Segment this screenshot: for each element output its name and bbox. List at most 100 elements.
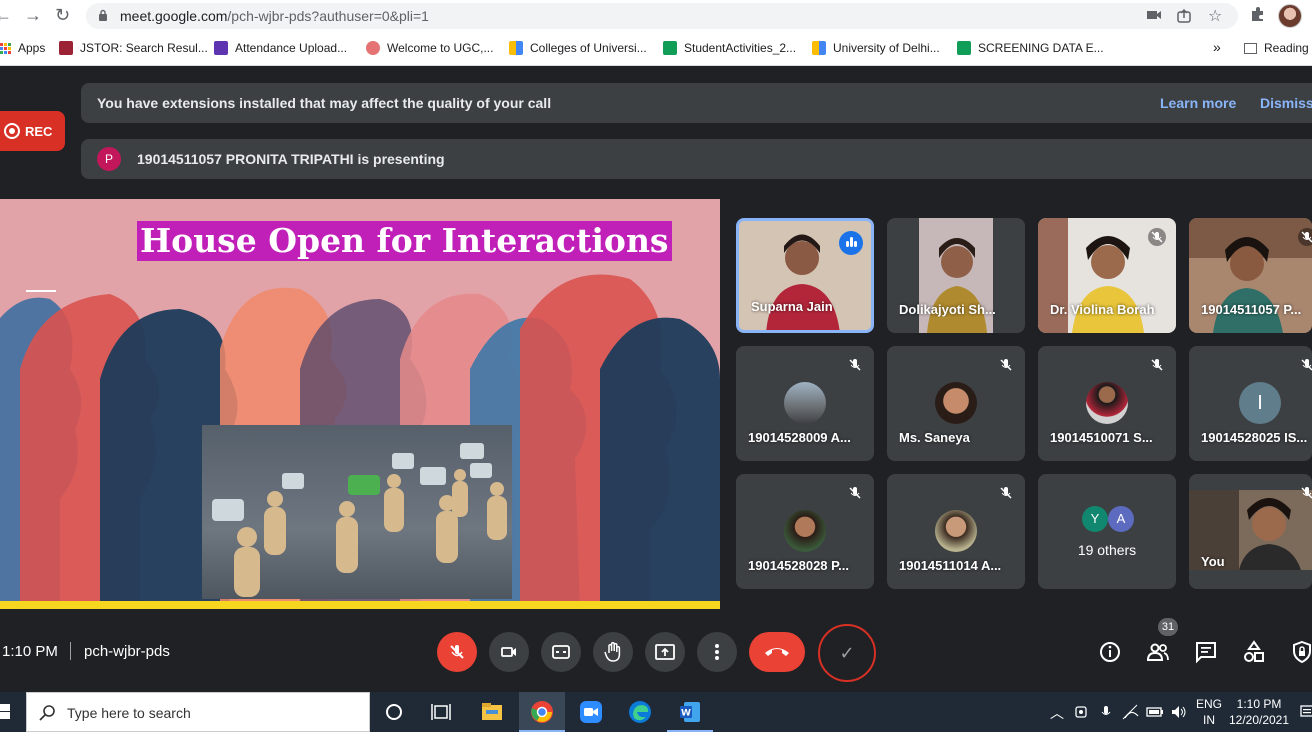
checkmark-circle[interactable]: ✓: [818, 624, 876, 682]
bookmark-jstor[interactable]: JSTOR: Search Resul...: [59, 41, 208, 55]
taskbar-clock[interactable]: 1:10 PM 12/20/2021: [1226, 696, 1292, 728]
taskbar-search-box[interactable]: Type here to search: [26, 692, 370, 732]
file-explorer-icon[interactable]: [480, 700, 504, 724]
others-tile[interactable]: Y A 19 others: [1038, 474, 1176, 589]
task-view-icon[interactable]: [429, 700, 453, 724]
apps-grid-icon: [0, 42, 11, 54]
self-tile[interactable]: You: [1189, 474, 1312, 589]
leave-call-button[interactable]: [749, 632, 805, 672]
participant-tile[interactable]: 19014528009 A...: [736, 346, 874, 461]
video-camera-icon: [501, 647, 516, 657]
activities-icon[interactable]: [1242, 640, 1266, 664]
chrome-taskbar-item[interactable]: [519, 692, 565, 732]
wifi-icon[interactable]: [1122, 704, 1140, 720]
windows-start-icon[interactable]: [0, 704, 12, 720]
bookmark-colleges[interactable]: Colleges of Universi...: [509, 41, 647, 55]
colleges-favicon: [509, 41, 523, 55]
camera-toggle-button[interactable]: [489, 632, 529, 672]
bookmark-star-icon[interactable]: ☆: [1208, 6, 1222, 26]
chrome-icon: [531, 701, 553, 723]
ugc-favicon: [366, 41, 380, 55]
more-vertical-icon: [715, 644, 719, 660]
cortana-icon[interactable]: [382, 700, 406, 724]
reading-list-icon: [1244, 42, 1257, 54]
people-icon[interactable]: [1146, 640, 1170, 664]
participant-tile[interactable]: Dr. Violina Borah: [1038, 218, 1176, 333]
avatar: A: [1108, 506, 1134, 532]
hand-icon: [604, 642, 621, 662]
slide-title: House Open for Interactions: [137, 221, 672, 261]
edge-icon[interactable]: [628, 700, 652, 724]
extension-warning-text: You have extensions installed that may a…: [97, 95, 552, 111]
meet-window: You have extensions installed that may a…: [0, 67, 1312, 692]
learn-more-link[interactable]: Learn more: [1160, 95, 1236, 111]
extension-warning-banner: You have extensions installed that may a…: [81, 83, 1312, 123]
record-icon: [4, 123, 20, 139]
notifications-icon[interactable]: [1300, 704, 1312, 720]
browser-toolbar: ← → ↻ meet.google.com/pch-wjbr-pds?authu…: [0, 0, 1312, 32]
present-screen-icon: [655, 644, 675, 660]
avatar: [935, 382, 977, 424]
more-options-button[interactable]: [697, 632, 737, 672]
forms-favicon: [214, 41, 228, 55]
info-icon[interactable]: [1098, 640, 1122, 664]
show-hidden-icons-chevron[interactable]: ︿: [1050, 703, 1064, 723]
more-bookmarks-button[interactable]: »: [1213, 39, 1221, 55]
address-bar[interactable]: meet.google.com/pch-wjbr-pds?authuser=0&…: [86, 3, 1238, 29]
participant-tile[interactable]: Suparna Jain: [736, 218, 874, 333]
microphone-toggle-button[interactable]: [437, 632, 477, 672]
bookmark-student-activities[interactable]: StudentActivities_2...: [663, 41, 796, 55]
windows-taskbar: Type here to search W ︿ ENG IN 1:10 PM 12/…: [0, 692, 1312, 732]
participant-tile[interactable]: I 19014528025 IS...: [1189, 346, 1312, 461]
camera-blocked-icon[interactable]: [1146, 8, 1162, 22]
word-taskbar-item[interactable]: W: [667, 692, 713, 732]
bookmark-apps[interactable]: Apps: [0, 41, 45, 55]
mic-off-icon: [1301, 487, 1312, 499]
profile-avatar[interactable]: [1278, 4, 1302, 28]
mic-off-icon: [849, 359, 861, 371]
present-now-button[interactable]: [645, 632, 685, 672]
volume-icon[interactable]: [1170, 704, 1188, 720]
avatar: [784, 510, 826, 552]
people-count-badge: 31: [1158, 618, 1178, 636]
microphone-in-use-icon[interactable]: [1098, 704, 1114, 720]
bookmark-screening-data[interactable]: SCREENING DATA E...: [957, 41, 1104, 55]
dismiss-button[interactable]: Dismiss: [1260, 95, 1312, 111]
mic-off-icon: [1148, 228, 1166, 246]
presenting-text: 19014511057 PRONITA TRIPATHI is presenti…: [137, 151, 445, 167]
forward-arrow-icon[interactable]: →: [24, 5, 42, 26]
mic-off-icon: [1000, 487, 1012, 499]
battery-icon[interactable]: [1146, 705, 1164, 719]
bookmark-attendance[interactable]: Attendance Upload...: [214, 41, 347, 55]
extensions-puzzle-icon[interactable]: [1250, 6, 1266, 22]
search-icon: [39, 705, 55, 721]
bookmark-university-delhi[interactable]: University of Delhi...: [812, 41, 940, 55]
avatar: Y: [1082, 506, 1108, 532]
avatar: [784, 382, 826, 424]
zoom-icon[interactable]: [579, 700, 603, 724]
share-icon[interactable]: [1176, 8, 1192, 24]
participant-tile[interactable]: Ms. Saneya: [887, 346, 1025, 461]
camera-in-use-icon[interactable]: [1074, 704, 1090, 720]
participant-tile[interactable]: 19014528028 P...: [736, 474, 874, 589]
avatar: [935, 510, 977, 552]
reading-list-button[interactable]: Reading: [1244, 41, 1309, 55]
participant-tile[interactable]: 19014511014 A...: [887, 474, 1025, 589]
chat-icon[interactable]: [1194, 640, 1218, 664]
language-indicator[interactable]: ENG IN: [1195, 696, 1223, 728]
presenting-banner: P 19014511057 PRONITA TRIPATHI is presen…: [81, 139, 1312, 179]
sheets-favicon: [663, 41, 677, 55]
raise-hand-button[interactable]: [593, 632, 633, 672]
participant-tile[interactable]: Dolikajyoti Sh...: [887, 218, 1025, 333]
closed-captions-icon: [552, 645, 570, 659]
reload-icon[interactable]: ↻: [55, 5, 70, 26]
captions-button[interactable]: [541, 632, 581, 672]
back-arrow-icon[interactable]: ←: [0, 5, 12, 26]
lock-icon: [99, 9, 107, 21]
mic-off-icon: [1151, 359, 1163, 371]
participant-tile[interactable]: 19014511057 P...: [1189, 218, 1312, 333]
participant-tile[interactable]: 19014510071 S...: [1038, 346, 1176, 461]
bookmark-ugc[interactable]: Welcome to UGC,...: [366, 41, 493, 55]
recording-indicator[interactable]: REC: [0, 111, 65, 151]
host-controls-shield-icon[interactable]: [1290, 640, 1312, 664]
